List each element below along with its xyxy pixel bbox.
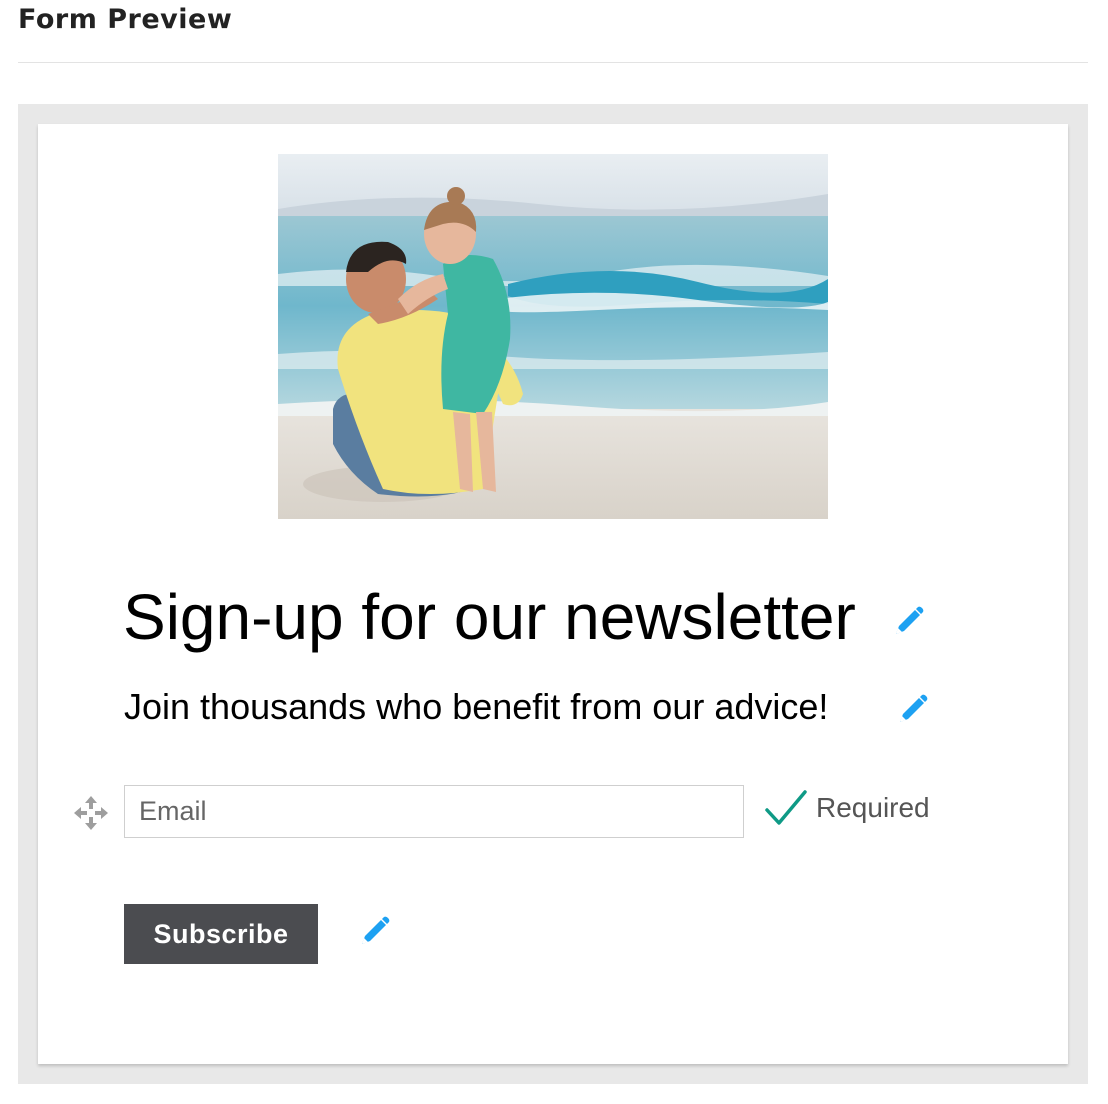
- edit-heading-pencil-icon[interactable]: [890, 604, 926, 640]
- edit-subheading-pencil-icon[interactable]: [894, 692, 930, 728]
- title-divider: [18, 62, 1088, 63]
- form-card: Sign-up for our newsletter Join thousand…: [38, 124, 1068, 1064]
- move-arrows-icon[interactable]: [72, 794, 110, 832]
- page-title: Form Preview: [18, 4, 233, 35]
- form-subheading: Join thousands who benefit from our advi…: [124, 686, 829, 727]
- hero-image[interactable]: [278, 154, 828, 519]
- email-field[interactable]: [124, 785, 744, 838]
- hero-image-graphic: [278, 154, 828, 519]
- edit-button-pencil-icon[interactable]: [356, 914, 392, 950]
- required-label: Required: [816, 792, 930, 823]
- required-check-icon[interactable]: [764, 788, 808, 828]
- form-heading: Sign-up for our newsletter: [123, 581, 856, 653]
- subscribe-button[interactable]: Subscribe: [124, 904, 318, 964]
